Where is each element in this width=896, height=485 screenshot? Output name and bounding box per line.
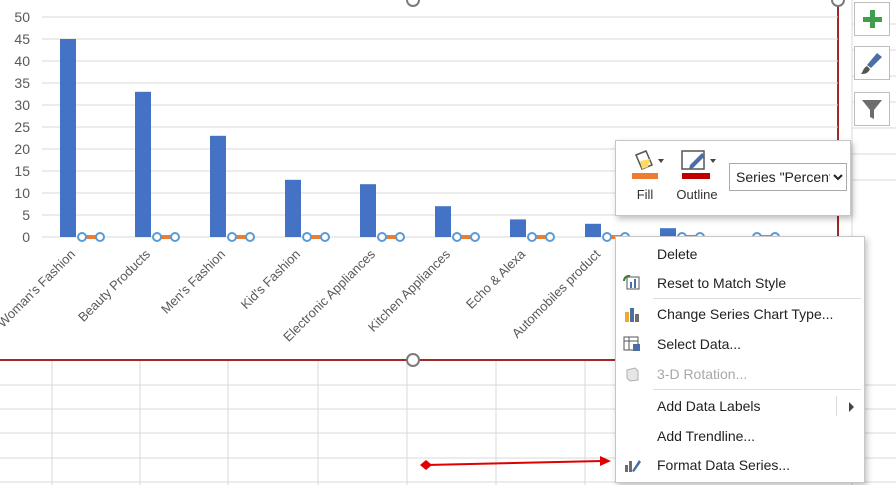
selection-handle[interactable] — [395, 232, 405, 242]
resize-handle-top-right[interactable] — [831, 0, 845, 7]
y-tick-label: 20 — [14, 141, 30, 157]
selection-handle[interactable] — [377, 232, 387, 242]
x-tick-label: Men's Fashion — [158, 247, 228, 317]
bar-woman-series-4[interactable] — [360, 184, 376, 237]
menu-item-reset-to-match-style[interactable]: Reset to Match Style — [616, 269, 864, 297]
selection-handle[interactable] — [602, 232, 612, 242]
plus-icon — [863, 10, 882, 28]
selection-handle[interactable] — [152, 232, 162, 242]
x-tick-label: Kitchen Appliances — [365, 246, 454, 335]
menu-item-label: Reset to Match Style — [657, 275, 787, 291]
y-axis-tick-labels: 0 5 10 15 20 25 30 35 40 45 50 — [14, 9, 30, 245]
chart-filters-button[interactable] — [854, 92, 890, 126]
menu-item-delete[interactable]: Delete — [616, 240, 864, 268]
series-selector-dropdown[interactable]: Series "Percent — [729, 163, 847, 191]
bar-woman-series-0[interactable] — [60, 39, 76, 237]
select-data-icon — [623, 336, 640, 351]
fill-button[interactable]: Fill — [620, 147, 670, 209]
y-tick-label: 40 — [14, 53, 30, 69]
rotation-3d-icon — [626, 367, 639, 382]
selection-handle[interactable] — [95, 232, 105, 242]
menu-item-add-data-labels[interactable]: Add Data Labels — [616, 392, 864, 420]
selection-handle[interactable] — [527, 232, 537, 242]
menu-item-label: Select Data... — [657, 336, 742, 352]
selection-handle[interactable] — [170, 232, 180, 242]
menu-item-add-trendline[interactable]: Add Trendline... — [616, 422, 864, 450]
menu-separator — [653, 389, 861, 390]
reset-style-icon — [623, 275, 640, 290]
menu-item-format-data-series[interactable]: Format Data Series... — [616, 451, 864, 479]
y-tick-label: 15 — [14, 163, 30, 179]
menu-item-3d-rotation: 3-D Rotation... — [616, 360, 864, 388]
menu-item-label: Change Series Chart Type... — [657, 306, 834, 322]
menu-item-label: Add Data Labels — [657, 398, 761, 414]
outline-pen-icon — [681, 150, 716, 179]
selection-handle[interactable] — [470, 232, 480, 242]
outline-button[interactable]: Outline — [672, 147, 722, 209]
menu-item-label: Add Trendline... — [657, 428, 756, 444]
bar-woman-series-3[interactable] — [285, 179, 301, 237]
selection-handle[interactable] — [320, 232, 330, 242]
menu-item-label: 3-D Rotation... — [657, 366, 748, 382]
menu-item-label: Delete — [657, 246, 698, 262]
filter-icon — [862, 100, 882, 119]
outline-color-swatch — [682, 173, 710, 179]
menu-item-label: Format Data Series... — [657, 457, 791, 473]
x-tick-label: Woman's Fashion — [0, 247, 78, 331]
chart-elements-button[interactable] — [854, 2, 890, 36]
bar-woman-series-6[interactable] — [510, 219, 526, 237]
bar-woman-series-1[interactable] — [135, 91, 151, 237]
menu-separator — [653, 298, 861, 299]
resize-handle-bottom[interactable] — [406, 353, 420, 367]
y-tick-label: 10 — [14, 185, 30, 201]
y-tick-label: 50 — [14, 9, 30, 25]
brush-icon — [861, 53, 882, 74]
bar-woman-series-7[interactable] — [585, 223, 601, 237]
paint-bucket-icon — [632, 150, 664, 179]
y-tick-label: 5 — [22, 207, 30, 223]
y-tick-label: 45 — [14, 31, 30, 47]
bar-woman-series-5[interactable] — [435, 206, 451, 237]
chart-type-icon — [625, 308, 639, 322]
format-series-icon — [625, 460, 641, 472]
fill-color-swatch — [632, 173, 658, 179]
y-tick-label: 35 — [14, 75, 30, 91]
y-tick-label: 30 — [14, 97, 30, 113]
outline-label: Outline — [676, 187, 718, 202]
mini-toolbar: Fill Outline Series "Percent — [615, 140, 851, 216]
chart-styles-button[interactable] — [854, 46, 890, 80]
bar-woman-series-2[interactable] — [210, 135, 226, 237]
submenu-arrow-icon — [849, 402, 854, 412]
selection-handle[interactable] — [227, 232, 237, 242]
selection-handle[interactable] — [245, 232, 255, 242]
selection-handle[interactable] — [452, 232, 462, 242]
selection-handle[interactable] — [545, 232, 555, 242]
x-tick-label: Echo & Alexa — [463, 246, 529, 312]
x-tick-label: Beauty Products — [75, 246, 153, 324]
x-axis-tick-labels: Woman's FashionBeauty Products Men's Fash… — [0, 246, 603, 345]
menu-item-select-data[interactable]: Select Data... — [616, 330, 864, 358]
fill-label: Fill — [636, 187, 654, 202]
resize-handle-top[interactable] — [406, 0, 420, 7]
menu-item-change-series-chart-type[interactable]: Change Series Chart Type... — [616, 300, 864, 328]
y-tick-label: 0 — [22, 229, 30, 245]
selection-handle[interactable] — [302, 232, 312, 242]
y-tick-label: 25 — [14, 119, 30, 135]
x-tick-label: Kid's Fashion — [238, 247, 304, 313]
context-menu: Delete Reset to Match Style Change Serie… — [615, 236, 865, 483]
submenu-divider — [836, 396, 837, 416]
selection-handle[interactable] — [77, 232, 87, 242]
